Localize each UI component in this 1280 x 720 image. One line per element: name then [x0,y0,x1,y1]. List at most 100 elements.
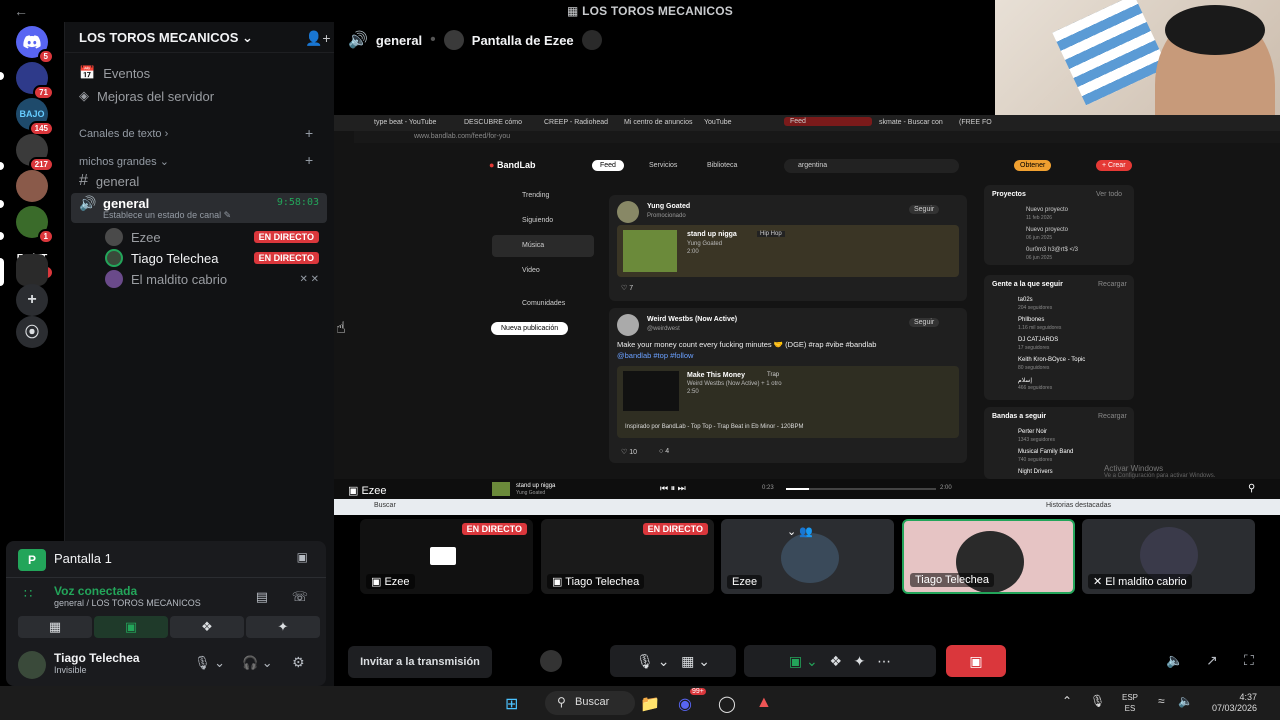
follow-button[interactable]: Seguir [909,318,940,327]
band-name[interactable]: Night Drivers [1018,469,1053,475]
fullscreen-icon[interactable]: ⛶ [1244,652,1254,669]
viewer-avatar[interactable] [540,650,562,672]
post-user[interactable]: Yung Goated [647,203,690,210]
add-server-icon[interactable]: + [16,284,48,316]
discord-taskbar-icon[interactable]: ◉ 99+ [678,688,706,714]
server-icon[interactable]: 71 [16,62,54,100]
clock[interactable]: 4:37 07/03/2026 [1205,692,1257,714]
new-post-button[interactable]: Nueva publicación [491,322,569,335]
activities-button[interactable]: ❖ [170,616,244,638]
stop-stream-icon[interactable]: ▣ [297,550,308,564]
channel-status[interactable]: Establece un estado de canal ✎ [103,210,231,221]
follow-button[interactable]: Seguir [909,205,940,214]
soundboard-icon[interactable]: ▤ [256,589,268,605]
participant-tile[interactable]: EN DIRECTO ▣ Tiago Telechea [541,519,714,594]
zoom-icon[interactable]: ⚲ [1248,483,1255,494]
mic-icon[interactable]: 🎙 ⌄ [194,655,225,671]
mic-icon[interactable]: 🎙 ⌄ [636,653,669,670]
browser-tab[interactable]: type beat - YouTube [374,119,436,126]
person-name[interactable]: Phllbones [1018,317,1044,323]
signal-icon[interactable]: ∷ [24,586,32,602]
browser-tab[interactable]: (FREE FO [959,119,992,126]
person-name[interactable]: إسلام [1018,377,1032,384]
person-name[interactable]: Keith Kron-BOyce - Topic [1018,357,1085,363]
comment-count[interactable]: ○ 4 [659,448,669,455]
category-text[interactable]: Canales de texto › [79,128,168,140]
discover-icon[interactable]: ⦿ [16,316,48,348]
nav-communities[interactable]: Comunidades [522,300,565,307]
project-item[interactable]: 0ur0m3 h3@rt$ </3 [1026,247,1078,253]
channel-name[interactable]: general [376,33,422,48]
start-icon[interactable]: ⊞ [505,694,518,714]
get-button[interactable]: Obtener [1014,160,1052,171]
settings-gear-icon[interactable]: ⚙ [292,654,305,671]
category-grandes[interactable]: michos grandes ⌄ [79,155,169,168]
nav-library[interactable]: Biblioteca [707,162,737,169]
bandlab-search[interactable]: argentina [784,159,959,173]
text-channel-general[interactable]: # general [79,172,139,190]
popout-icon[interactable]: ↗ [1206,652,1218,669]
activities-icon[interactable]: ❖ [829,653,842,670]
member-cabrio[interactable]: El maldito cabrio ✕ ✕ [105,270,319,288]
mic-tray-icon[interactable]: 🎙 [1090,694,1105,708]
nav-video[interactable]: Video [522,267,540,274]
person-name[interactable]: ta02s [1018,297,1033,303]
member-ezee[interactable]: Ezee EN DIRECTO [105,228,319,246]
language-indicator[interactable]: ESP ES [1122,692,1138,714]
participant-tile-speaking[interactable]: Tiago Telechea [902,519,1075,594]
voice-channel-general[interactable]: 🔊 general 9:58:03 Establece un estado de… [71,193,327,223]
server-name[interactable]: LOS TOROS MECANICOS ⌄ [79,30,253,46]
nav-music[interactable]: Música [522,242,544,249]
speaker-tray-icon[interactable]: 🔈 [1178,694,1193,708]
server-icon-toros[interactable] [16,254,48,286]
share-screen-button[interactable]: ▣ [94,616,168,638]
brave-icon[interactable]: ▲ [756,694,772,712]
nav-trending[interactable]: Trending [522,192,549,199]
more-icon[interactable]: ⋯ [877,653,891,670]
app-icon[interactable]: ◯ [718,694,736,714]
camera-off-button[interactable]: ▦ [18,616,92,638]
user-avatar[interactable] [18,651,46,679]
headphones-icon[interactable]: 🎧 ⌄ [242,655,273,671]
wifi-icon[interactable]: ≈ [1158,694,1165,708]
band-name[interactable]: Perter Noir [1018,429,1047,435]
person-name[interactable]: DJ CATJARDS [1018,337,1058,343]
invite-stream-button[interactable]: Invitar a la transmisión [348,646,492,678]
post-user[interactable]: Weird Westbs (Now Active) [647,316,737,323]
member-tiago[interactable]: Tiago Telechea EN DIRECTO [105,249,319,267]
add-channel-icon[interactable]: + [305,125,313,141]
bandlab-logo[interactable]: ● BandLab [489,160,535,170]
events-item[interactable]: 📅 Eventos [79,65,150,81]
browser-tab[interactable]: skmate - Buscar con [879,119,943,126]
refresh-link[interactable]: Recargar [1098,281,1127,288]
browser-tab-active[interactable]: Feed [784,117,872,126]
browser-tab[interactable]: DESCUBRE cómo [464,119,522,126]
inspired-by[interactable]: Inspirado por BandLab - Top Top - Trap B… [625,424,804,430]
band-name[interactable]: Musical Family Band [1018,449,1073,455]
like-count[interactable]: ♡ 7 [621,284,633,292]
volume-icon[interactable]: 🔈 [1166,652,1183,669]
browser-tab[interactable]: CREEP - Radiohead [544,119,608,126]
see-all-link[interactable]: Ver todo [1096,191,1122,198]
address-bar[interactable]: www.bandlab.com/feed/for-you [354,131,1280,143]
browser-tab[interactable]: Mi centro de anuncios [624,119,692,126]
like-count[interactable]: ♡ 10 [621,448,637,456]
player-controls[interactable]: ⏮ ⏸ ⏭ [660,483,686,494]
participant-tile[interactable]: EN DIRECTO ▣ Ezee [360,519,533,594]
create-button[interactable]: + Crear [1096,160,1132,171]
boost-item[interactable]: ◈ Mejoras del servidor [79,88,214,104]
soundboard-button[interactable]: ✦ [246,616,320,638]
participant-tile[interactable]: ⌄ 👥 Ezee [721,519,894,594]
browser-tab[interactable]: YouTube [704,119,732,126]
track-title[interactable]: Make This Money [687,372,745,379]
invite-people-icon[interactable]: 👤+ [305,30,331,47]
track-title[interactable]: stand up nigga [687,231,737,238]
participant-tile[interactable]: ✕ El maldito cabrio [1082,519,1255,594]
voice-location[interactable]: general / LOS TOROS MECANICOS [54,598,201,608]
post-mention[interactable]: @bandlab #top #follow [617,351,693,360]
nav-services[interactable]: Servicios [649,162,677,169]
server-icon[interactable]: 217 [16,134,54,172]
add-channel-icon[interactable]: + [305,152,313,168]
nav-following[interactable]: Siguiendo [522,217,553,224]
project-item[interactable]: Nuevo proyecto [1026,207,1068,213]
